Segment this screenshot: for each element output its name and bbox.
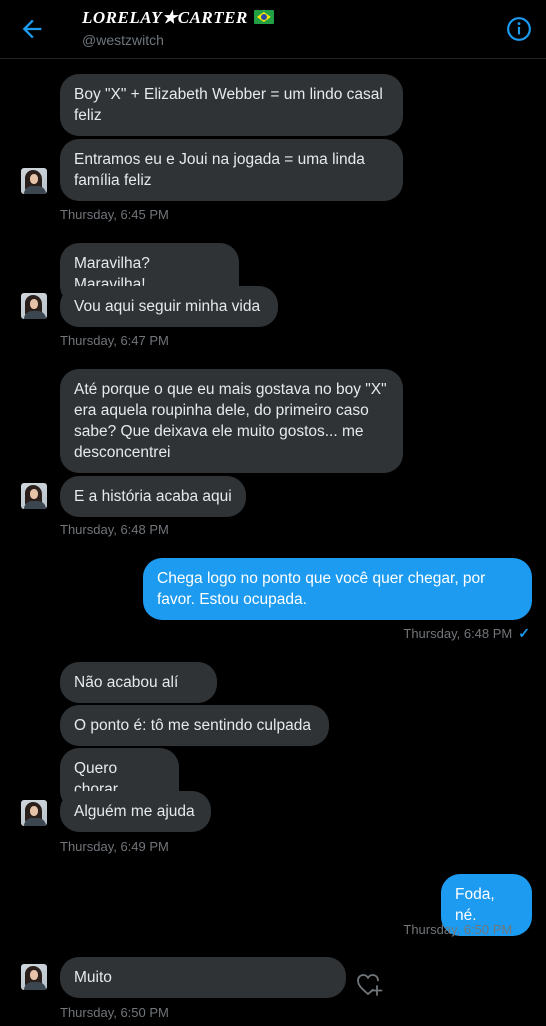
avatar[interactable] — [21, 964, 47, 990]
avatar[interactable] — [21, 168, 47, 194]
message-bubble[interactable]: Boy "X" + Elizabeth Webber = um lindo ca… — [60, 74, 403, 136]
message-bubble[interactable]: Até porque o que eu mais gostava no boy … — [60, 369, 403, 473]
brazil-flag-icon — [253, 10, 274, 24]
message-bubble[interactable]: Vou aqui seguir minha vida — [60, 286, 278, 327]
message-bubble[interactable]: Muito — [60, 957, 346, 998]
message-bubble[interactable]: E a história acaba aqui — [60, 476, 246, 517]
message-timestamp: Thursday, 6:47 PM — [60, 333, 169, 348]
timestamp-text: Thursday, 6:50 PM — [403, 922, 513, 937]
conversation-title: LORELAY★CARTER — [82, 8, 274, 28]
avatar[interactable] — [21, 800, 47, 826]
read-receipt-icon: ✓ — [518, 625, 530, 641]
info-icon[interactable] — [506, 16, 532, 42]
message-bubble[interactable]: Entramos eu e Joui na jogada = uma linda… — [60, 139, 403, 201]
avatar[interactable] — [21, 293, 47, 319]
timestamp-text: Thursday, 6:48 PM — [403, 626, 513, 641]
message-bubble[interactable]: O ponto é: tô me sentindo culpada — [60, 705, 329, 746]
message-bubble[interactable]: Não acabou alí — [60, 662, 217, 703]
sent-message-timestamp: Thursday, 6:50 PM ✓ — [403, 921, 530, 938]
message-timestamp: Thursday, 6:49 PM — [60, 839, 169, 854]
sent-message-bubble[interactable]: Chega logo no ponto que você quer chegar… — [143, 558, 532, 620]
message-bubble[interactable]: Alguém me ajuda — [60, 791, 211, 832]
conversation-header: LORELAY★CARTER @westzwitch — [0, 0, 546, 59]
conversation-title-text: LORELAY★CARTER — [82, 8, 248, 27]
message-timestamp: Thursday, 6:48 PM — [60, 522, 169, 537]
message-timestamp: Thursday, 6:50 PM — [60, 1005, 169, 1020]
user-handle: @westzwitch — [82, 32, 164, 48]
read-receipt-icon: ✓ — [518, 921, 530, 937]
back-arrow-icon[interactable] — [18, 15, 46, 43]
heart-plus-icon[interactable] — [356, 972, 384, 998]
sent-message-timestamp: Thursday, 6:48 PM ✓ — [403, 625, 530, 642]
message-timestamp: Thursday, 6:45 PM — [60, 207, 169, 222]
avatar[interactable] — [21, 483, 47, 509]
